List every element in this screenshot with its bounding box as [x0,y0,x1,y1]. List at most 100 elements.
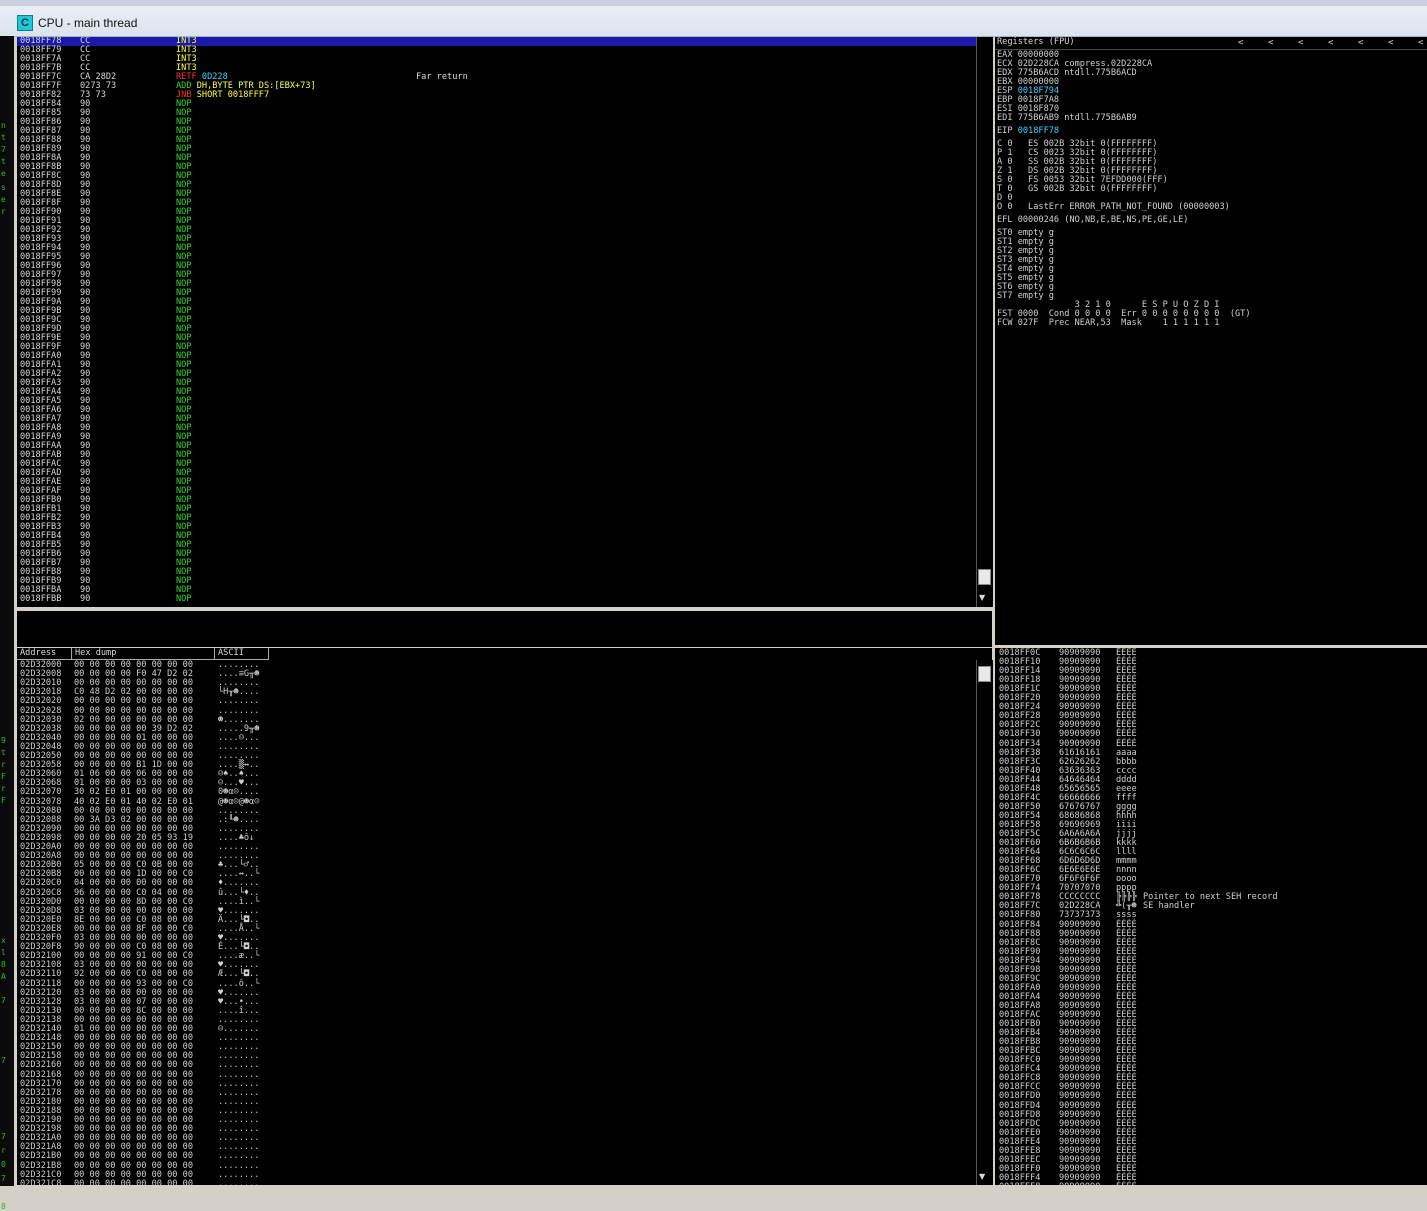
dump-scroll-thumb[interactable] [978,666,991,682]
disasm-row[interactable]: 0018FF9C 90 NOP [17,316,976,325]
dump-header-ascii[interactable]: ASCII [215,648,269,660]
strip-char: F [1,796,6,805]
disasm-row[interactable]: 0018FF7B CC INT3 [17,64,976,73]
disassembly-scrollbar[interactable]: ▼ [976,37,993,607]
disasm-row[interactable]: 0018FF7A CC INT3 [17,55,976,64]
disasm-row[interactable]: 0018FF8D 90 NOP [17,181,976,190]
registers-header-label[interactable]: Registers (FPU) [997,38,1075,47]
disasm-row[interactable]: 0018FF97 90 NOP [17,271,976,280]
disasm-row[interactable]: 0018FF8E 90 NOP [17,190,976,199]
disasm-row[interactable]: 0018FF8A 90 NOP [17,154,976,163]
registers-pane[interactable]: Registers (FPU) < < < < < < < EAX 00000000 ECX … [995,37,1427,645]
disasm-row[interactable]: 0018FFB5 90 NOP [17,541,976,550]
disasm-row[interactable]: 0018FFBB 90 NOP [17,595,976,604]
hex-dump-pane[interactable]: Address Hex dump ASCII 02D32000 00 00 00 … [17,648,992,1185]
disasm-row[interactable]: 0018FFB4 90 NOP [17,532,976,541]
disasm-row[interactable]: 0018FFB7 90 NOP [17,559,976,568]
disasm-row[interactable]: 0018FFA2 90 NOP [17,370,976,379]
disasm-row[interactable]: 0018FFAC 90 NOP [17,460,976,469]
disasm-row[interactable]: 0018FF89 90 NOP [17,145,976,154]
register-line[interactable]: EIP 0018FF78 [997,127,1059,136]
disassembly-scroll-thumb[interactable] [978,569,991,585]
strip-char: 7 [1,1174,6,1183]
disasm-row[interactable]: 0018FFAE 90 NOP [17,478,976,487]
strip-char: 8 [1,960,6,969]
dump-scroll-down-arrow-icon[interactable]: ▼ [979,1172,985,1181]
disasm-row[interactable]: 0018FF9F 90 NOP [17,343,976,352]
dump-header-address[interactable]: Address [17,648,72,660]
stack-value: 90909090 [1059,1182,1100,1185]
dump-scrollbar[interactable]: ▼ [976,660,993,1185]
disasm-row[interactable]: 0018FF91 90 NOP [17,217,976,226]
stack-pane[interactable]: 0018FF0C 90909090 ÉÉÉÉ 0018FF10 90909090 ÉÉÉÉ… [995,648,1427,1185]
disasm-row[interactable]: 0018FF9D 90 NOP [17,325,976,334]
disasm-row[interactable]: 0018FF87 90 NOP [17,127,976,136]
disasm-row[interactable]: 0018FF98 90 NOP [17,280,976,289]
disassembly-pane[interactable]: 0018FF78 CC INT3 0018FF79 CC INT3 0018FF7A CC IN… [17,37,976,607]
register-line[interactable]: FCW 027F Prec NEAR,53 Mask 1 1 1 1 1 1 [997,319,1219,328]
disasm-row[interactable]: 0018FFAF 90 NOP [17,487,976,496]
register-line[interactable]: T 0 GS 002B 32bit 0(FFFFFFFF) [997,185,1157,194]
disasm-row[interactable]: 0018FFB2 90 NOP [17,514,976,523]
disasm-row[interactable]: 0018FFA9 90 NOP [17,433,976,442]
register-nav-arrow-icon[interactable]: < [1418,38,1423,48]
disasm-row[interactable]: 0018FFA3 90 NOP [17,379,976,388]
register-line[interactable]: EDI 775B6AB9 ntdll.775B6AB9 [997,114,1137,123]
disasm-row[interactable]: 0018FF85 90 NOP [17,109,976,118]
disasm-row[interactable]: 0018FF84 90 NOP [17,100,976,109]
disasm-row[interactable]: 0018FF90 90 NOP [17,208,976,217]
disasm-row[interactable]: 0018FF88 90 NOP [17,136,976,145]
register-nav-arrow-icon[interactable]: < [1328,38,1333,48]
disasm-row[interactable]: 0018FF7F 0273 73 ADD DH,BYTE PTR DS:[EBX+7… [17,82,976,91]
register-line[interactable]: O 0 LastErr ERROR_PATH_NOT_FOUND (000000… [997,203,1230,212]
register-nav-arrow-icon[interactable]: < [1268,38,1273,48]
disasm-row[interactable]: 0018FFA0 90 NOP [17,352,976,361]
disasm-row[interactable]: 0018FF9A 90 NOP [17,298,976,307]
disasm-row[interactable]: 0018FFB1 90 NOP [17,505,976,514]
disasm-row[interactable]: 0018FFB8 90 NOP [17,568,976,577]
dump-address: 02D321C8 [20,1178,62,1185]
disasm-row[interactable]: 0018FF92 90 NOP [17,226,976,235]
disasm-row[interactable]: 0018FF99 90 NOP [17,289,976,298]
strip-char: l [1,948,6,957]
disasm-instruction: NOP [176,595,192,604]
disasm-row[interactable]: 0018FF79 CC INT3 [17,46,976,55]
disasm-row[interactable]: 0018FFA7 90 NOP [17,415,976,424]
disasm-row[interactable]: 0018FF9B 90 NOP [17,307,976,316]
register-nav-arrow-icon[interactable]: < [1238,38,1243,48]
disasm-row[interactable]: 0018FFB3 90 NOP [17,523,976,532]
disasm-row[interactable]: 0018FF95 90 NOP [17,253,976,262]
disasm-row[interactable]: 0018FFAA 90 NOP [17,442,976,451]
disasm-row[interactable]: 0018FF93 90 NOP [17,235,976,244]
disasm-row[interactable]: 0018FFB9 90 NOP [17,577,976,586]
disasm-row[interactable]: 0018FF8F 90 NOP [17,199,976,208]
disasm-row[interactable]: 0018FF9E 90 NOP [17,334,976,343]
dump-header-hex[interactable]: Hex dump [72,648,215,660]
disasm-row[interactable]: 0018FFAD 90 NOP [17,469,976,478]
disasm-row[interactable]: 0018FFA5 90 NOP [17,397,976,406]
scroll-down-arrow-icon[interactable]: ▼ [979,593,985,602]
disasm-row[interactable]: 0018FF96 90 NOP [17,262,976,271]
disasm-row[interactable]: 0018FF7C CA 28D2 RETF 0D228 Far return [17,73,976,82]
disasm-row[interactable]: 0018FF86 90 NOP [17,118,976,127]
disasm-row[interactable]: 0018FFB0 90 NOP [17,496,976,505]
disasm-row[interactable]: 0018FFB6 90 NOP [17,550,976,559]
disasm-row[interactable]: 0018FFA8 90 NOP [17,424,976,433]
disasm-row[interactable]: 0018FFA6 90 NOP [17,406,976,415]
disasm-row[interactable]: 0018FF78 CC INT3 [17,37,976,46]
disasm-row[interactable]: 0018FFAB 90 NOP [17,451,976,460]
dump-row[interactable]: 02D321C8 00 00 00 00 00 00 00 00........ [20,1178,259,1185]
disasm-row[interactable]: 0018FF82 73 73 JNB SHORT 0018FFF7 [17,91,976,100]
register-nav-arrow-icon[interactable]: < [1358,38,1363,48]
stack-row[interactable]: 0018FFF8 90909090 ÉÉÉÉ [999,1182,1137,1185]
disasm-row[interactable]: 0018FF8B 90 NOP [17,163,976,172]
register-line[interactable]: EFL 00000246 (NO,NB,E,BE,NS,PE,GE,LE) [997,216,1188,225]
registers-header[interactable]: Registers (FPU) < < < < < < < [995,37,1427,50]
register-nav-arrow-icon[interactable]: < [1388,38,1393,48]
disasm-row[interactable]: 0018FFA1 90 NOP [17,361,976,370]
disasm-row[interactable]: 0018FFA4 90 NOP [17,388,976,397]
register-nav-arrow-icon[interactable]: < [1298,38,1303,48]
disasm-row[interactable]: 0018FF8C 90 NOP [17,172,976,181]
disasm-row[interactable]: 0018FF94 90 NOP [17,244,976,253]
disasm-row[interactable]: 0018FFBA 90 NOP [17,586,976,595]
